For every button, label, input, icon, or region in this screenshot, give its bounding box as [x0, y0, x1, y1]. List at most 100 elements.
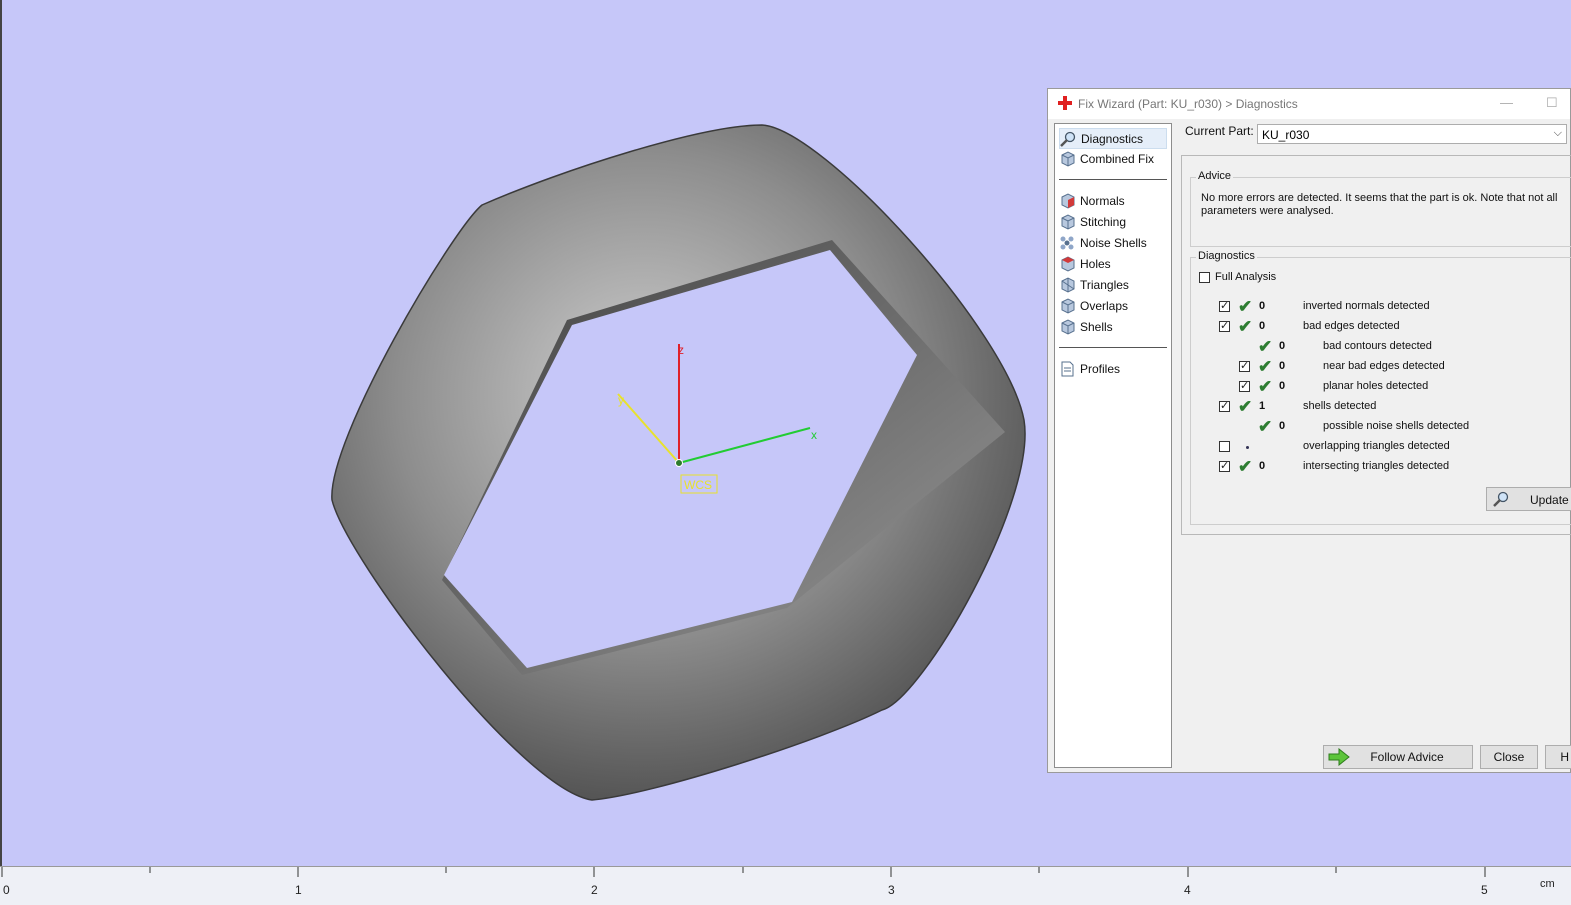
x-axis-label: x	[811, 428, 817, 442]
nav-item-label: Triangles	[1080, 277, 1129, 292]
row-label: inverted normals detected	[1303, 300, 1430, 312]
nav-item-label: Normals	[1080, 193, 1125, 208]
holes-cube-icon	[1061, 255, 1075, 272]
nav-item-label: Noise Shells	[1080, 235, 1147, 250]
follow-advice-label: Follow Advice	[1370, 750, 1444, 764]
ok-check-icon: ✔	[1238, 397, 1253, 416]
nav-separator	[1059, 347, 1167, 348]
ruler-label-2: 2	[591, 883, 598, 897]
ruler-label-0: 0	[3, 883, 10, 897]
advice-title: Advice	[1196, 170, 1234, 182]
red-cross-icon	[1058, 96, 1072, 110]
shells-cube-icon	[1061, 318, 1075, 335]
nav-item-overlaps[interactable]: Overlaps	[1059, 296, 1128, 315]
row-value: 0	[1279, 360, 1286, 372]
noise-shells-icon	[1060, 236, 1074, 249]
dialog-titlebar[interactable]: Fix Wizard (Part: KU_r030) > Diagnostics…	[1048, 89, 1570, 119]
nav-item-stitching[interactable]: Stitching	[1059, 212, 1126, 231]
measurement-ruler: 0 1 2 3 4 5 cm	[0, 866, 1571, 905]
chevron-down-icon: ⌵	[1553, 127, 1562, 139]
profile-document-icon	[1061, 361, 1074, 376]
nav-item-label: Stitching	[1080, 214, 1127, 229]
nav-item-label: Diagnostics	[1081, 131, 1144, 146]
follow-advice-button[interactable]: Follow Advice	[1323, 745, 1473, 769]
full-analysis-checkbox[interactable]	[1199, 272, 1210, 283]
row-label: possible noise shells detected	[1323, 420, 1470, 432]
maximize-button[interactable]: ☐	[1546, 95, 1558, 111]
help-button[interactable]: H	[1545, 745, 1571, 769]
advice-group: Advice No more errors are detected. It s…	[1190, 170, 1571, 247]
current-part-value: KU_r030	[1262, 128, 1310, 142]
nav-item-shells[interactable]: Shells	[1059, 317, 1113, 336]
diagnostics-group: Diagnostics Full Analysis ✔ 0 inverted n…	[1190, 250, 1571, 525]
nav-item-triangles[interactable]: Triangles	[1059, 275, 1129, 294]
update-button[interactable]: Update	[1486, 487, 1571, 511]
nav-item-profiles[interactable]: Profiles	[1059, 359, 1120, 378]
ruler-ticks	[1, 867, 1486, 877]
row-checkbox[interactable]	[1219, 319, 1230, 332]
row-label: planar holes detected	[1323, 380, 1429, 392]
diagnostics-panel: Advice No more errors are detected. It s…	[1181, 155, 1571, 535]
wizard-content: Current Part: KU_r030 ⌵ Advice No more e…	[1178, 119, 1571, 769]
nav-separator	[1059, 179, 1167, 180]
origin-point	[675, 459, 683, 467]
row-value: 0	[1259, 320, 1266, 332]
row-label: bad contours detected	[1323, 340, 1432, 352]
row-label: bad edges detected	[1303, 320, 1400, 332]
ruler-unit: cm	[1540, 878, 1555, 890]
row-value: 0	[1279, 340, 1286, 352]
stitching-cube-icon	[1061, 213, 1075, 230]
row-checkbox[interactable]	[1219, 299, 1230, 312]
row-label: intersecting triangles detected	[1303, 460, 1450, 472]
row-value: 0	[1259, 300, 1266, 312]
z-axis-label: z	[678, 343, 684, 357]
ruler-label-1: 1	[295, 883, 302, 897]
close-label: Close	[1493, 750, 1525, 764]
row-checkbox[interactable]	[1219, 399, 1230, 412]
row-value: 0	[1279, 420, 1286, 432]
row-checkbox[interactable]	[1219, 441, 1230, 452]
diagnostics-title: Diagnostics	[1196, 250, 1257, 262]
fix-wizard-dialog: Fix Wizard (Part: KU_r030) > Diagnostics…	[1047, 88, 1571, 773]
nav-item-holes[interactable]: Holes	[1059, 254, 1111, 273]
y-axis-label: y	[618, 393, 624, 407]
row-checkbox[interactable]	[1239, 379, 1250, 392]
update-label: Update	[1530, 493, 1569, 507]
wcs-label: WCS	[684, 478, 712, 492]
ok-check-icon: ✔	[1258, 337, 1273, 356]
ok-check-icon: ✔	[1238, 297, 1253, 316]
nav-item-label: Combined Fix	[1080, 151, 1155, 166]
nav-item-label: Overlaps	[1080, 298, 1129, 313]
nav-item-diagnostics[interactable]: Diagnostics	[1059, 128, 1167, 149]
triangles-cube-icon	[1061, 276, 1075, 293]
ok-check-icon: ✔	[1258, 377, 1273, 396]
magnifier-icon	[1060, 131, 1076, 147]
current-part-select[interactable]: KU_r030 ⌵	[1257, 124, 1567, 144]
row-label: overlapping triangles detected	[1303, 440, 1450, 452]
overlaps-cube-icon	[1061, 297, 1075, 314]
nav-item-combined-fix[interactable]: Combined Fix	[1059, 149, 1154, 168]
row-value: 0	[1259, 460, 1266, 472]
minimize-button[interactable]: —	[1500, 95, 1513, 110]
cube-icon	[1061, 150, 1075, 167]
row-checkbox[interactable]	[1239, 359, 1250, 372]
row-checkbox[interactable]	[1219, 459, 1230, 472]
nav-item-noise-shells[interactable]: Noise Shells	[1059, 233, 1147, 252]
normals-cube-icon	[1061, 192, 1075, 209]
close-button[interactable]: Close	[1480, 745, 1538, 769]
nav-item-label: Profiles	[1080, 361, 1121, 376]
ok-check-icon: ✔	[1258, 417, 1273, 436]
ruler-label-5: 5	[1481, 883, 1488, 897]
ruler-label-3: 3	[888, 883, 895, 897]
row-label: shells detected	[1303, 400, 1377, 412]
green-arrow-icon	[1328, 748, 1350, 766]
ok-check-icon: ✔	[1258, 357, 1273, 376]
nav-item-label: Holes	[1080, 256, 1111, 271]
row-value: 0	[1279, 380, 1286, 392]
wizard-nav-panel: Diagnostics Combined Fix Normals Stitchi…	[1054, 123, 1172, 768]
pending-dot-icon	[1246, 446, 1249, 449]
magnifier-icon	[1493, 491, 1509, 507]
nav-item-label: Shells	[1080, 319, 1113, 334]
nav-item-normals[interactable]: Normals	[1059, 191, 1125, 210]
ok-check-icon: ✔	[1238, 317, 1253, 336]
